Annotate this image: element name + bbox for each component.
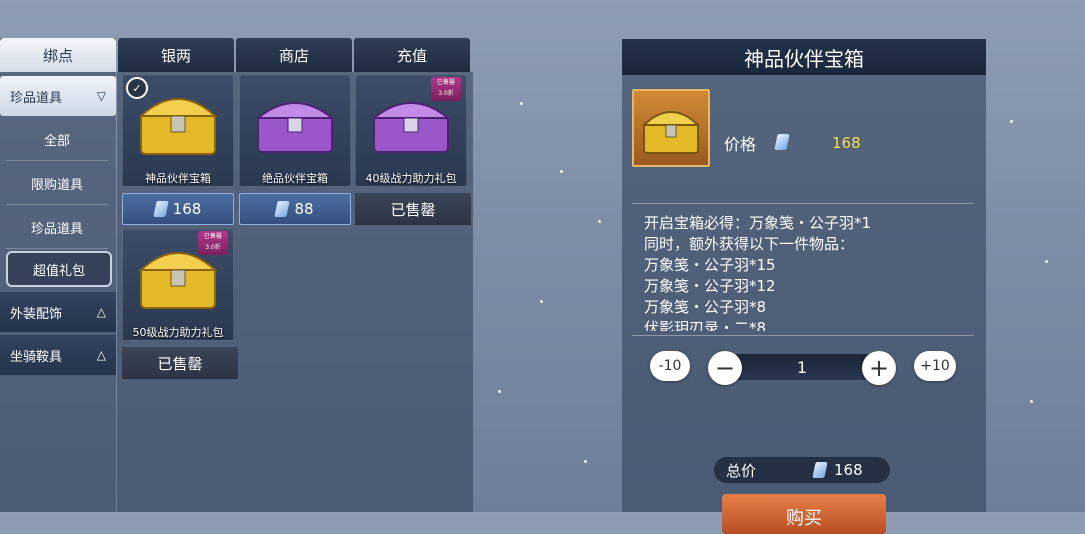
total-value: 168 — [834, 461, 863, 479]
price-button[interactable]: 88 — [239, 193, 351, 225]
selected-check-icon: ✓ — [126, 77, 148, 99]
nav-subitem-label: 超值礼包 — [32, 263, 85, 279]
divider — [632, 203, 974, 204]
item-description[interactable]: 开启宝箱必得：万象笺・公子羽*1 同时，额外获得以下一件物品： 万象笺・公子羽*… — [644, 213, 974, 331]
item-card[interactable]: 已售罄 3.0折 50级战力助力礼包 已售罄 — [122, 229, 238, 379]
badge-sold-text: 已售罄 — [436, 79, 455, 86]
description-line: 同时，额外获得以下一件物品： — [644, 235, 855, 253]
gold-chest-icon — [641, 111, 701, 154]
description-line: 万象笺・公子羽*8 — [644, 298, 767, 316]
nav-category-label: 坐骑鞍具 — [10, 349, 63, 365]
nav-tab-bound-points[interactable]: 绑点 — [0, 38, 116, 72]
item-detail-panel: 神品伙伴宝箱 价格 168 开启宝箱必得：万象笺・公子羽*1 同时，额外获得以下… — [622, 39, 986, 534]
gem-currency-icon — [152, 201, 169, 217]
snow-speck — [520, 102, 523, 105]
price-button[interactable]: 168 — [122, 193, 234, 225]
plus-icon: + — [868, 354, 890, 382]
tab-silver[interactable]: 银两 — [118, 38, 234, 72]
price-value: 168 — [172, 200, 202, 218]
plus-10-button[interactable]: +10 — [914, 351, 956, 381]
tab-label: 银两 — [160, 46, 191, 65]
tab-recharge[interactable]: 充值 — [354, 38, 470, 72]
category-sidebar: 绑点 珍品道具 ▽ 全部 限购道具 珍品道具 超值礼包 外装配饰 △ 坐骑鞍具 … — [0, 38, 116, 512]
gem-currency-icon — [774, 134, 790, 150]
description-line: 万象笺・公子羽*12 — [644, 277, 776, 295]
chevron-up-icon: △ — [96, 348, 106, 362]
description-line: 伏影玥刃录・二*8 — [644, 319, 767, 331]
discount-badge: 已售罄 3.0折 — [431, 77, 461, 101]
nav-subitem-label: 限购道具 — [30, 177, 83, 193]
minus-button[interactable]: − — [708, 351, 742, 385]
detail-price-value: 168 — [832, 134, 861, 152]
snow-speck — [540, 300, 543, 303]
sold-out-button[interactable]: 已售罄 — [122, 347, 238, 379]
description-line: 开启宝箱必得：万象笺・公子羽*1 — [644, 214, 872, 232]
detail-title: 神品伙伴宝箱 — [622, 39, 986, 75]
divider — [632, 335, 974, 336]
tab-label: 充值 — [396, 46, 427, 65]
nav-subitem-all[interactable]: 全部 — [6, 118, 108, 161]
price-value: 88 — [294, 200, 314, 218]
detail-title-text: 神品伙伴宝箱 — [744, 46, 864, 71]
badge-discount-text: 3.0折 — [205, 244, 221, 251]
nav-category-label: 珍品道具 — [10, 90, 63, 106]
snow-speck — [560, 170, 563, 173]
plus-button[interactable]: + — [862, 351, 896, 385]
total-label: 总价 — [726, 461, 757, 480]
item-card[interactable]: ✓ 神品伙伴宝箱 168 — [122, 75, 234, 225]
item-name: 神品伙伴宝箱 — [145, 172, 211, 185]
purple-chest-icon — [255, 102, 335, 153]
nav-category-label: 外装配饰 — [10, 306, 63, 322]
minus-10-label: -10 — [658, 358, 682, 374]
snow-speck — [1010, 120, 1013, 123]
chevron-down-icon: ▽ — [96, 89, 106, 103]
discount-badge: 已售罄 3.0折 — [198, 231, 228, 255]
item-grid: ✓ 神品伙伴宝箱 168 绝品伙伴宝箱 88 已售罄 3.0折 40级战力助力礼… — [117, 72, 473, 512]
total-price: 总价 168 — [714, 457, 890, 483]
plus-10-label: +10 — [920, 358, 950, 374]
sold-out-label: 已售罄 — [390, 200, 436, 219]
nav-category-mount[interactable]: 坐骑鞍具 △ — [0, 335, 116, 375]
chevron-up-icon: △ — [96, 305, 106, 319]
snow-speck — [1045, 260, 1048, 263]
tab-label: 商店 — [278, 46, 309, 65]
nav-subitem-limited[interactable]: 限购道具 — [6, 162, 108, 205]
nav-subitem-label: 全部 — [43, 133, 70, 149]
sold-out-label: 已售罄 — [157, 354, 203, 373]
item-name: 绝品伙伴宝箱 — [262, 172, 328, 185]
item-name: 50级战力助力礼包 — [132, 326, 224, 339]
sold-out-button[interactable]: 已售罄 — [355, 193, 471, 225]
item-name: 40级战力助力礼包 — [365, 172, 457, 185]
snow-speck — [1030, 400, 1033, 403]
tab-shop[interactable]: 商店 — [236, 38, 352, 72]
buy-label: 购买 — [786, 508, 822, 529]
nav-tab-label: 绑点 — [42, 46, 73, 65]
gem-currency-icon — [812, 462, 828, 478]
price-label: 价格 — [724, 135, 757, 154]
snow-speck — [498, 390, 501, 393]
snow-speck — [598, 220, 601, 223]
minus-icon: − — [714, 354, 736, 382]
snow-speck — [584, 460, 587, 463]
description-line: 万象笺・公子羽*15 — [644, 256, 776, 274]
gem-currency-icon — [274, 201, 291, 217]
minus-10-button[interactable]: -10 — [650, 351, 690, 381]
item-card[interactable]: 绝品伙伴宝箱 88 — [239, 75, 351, 225]
quantity-value: 1 — [796, 357, 808, 377]
nav-subitem-rare[interactable]: 珍品道具 — [6, 206, 108, 249]
nav-category-rare-items[interactable]: 珍品道具 ▽ — [0, 76, 116, 116]
nav-category-outfit[interactable]: 外装配饰 △ — [0, 292, 116, 332]
badge-sold-text: 已售罄 — [203, 233, 222, 240]
quantity-display: 1 — [722, 354, 882, 380]
nav-subitem-label: 珍品道具 — [30, 221, 83, 237]
item-thumbnail — [632, 89, 710, 167]
buy-button[interactable]: 购买 — [722, 494, 886, 534]
item-card[interactable]: 已售罄 3.0折 40级战力助力礼包 已售罄 — [355, 75, 471, 225]
nav-subitem-value-packs[interactable]: 超值礼包 — [6, 251, 112, 287]
badge-discount-text: 3.0折 — [438, 90, 454, 97]
